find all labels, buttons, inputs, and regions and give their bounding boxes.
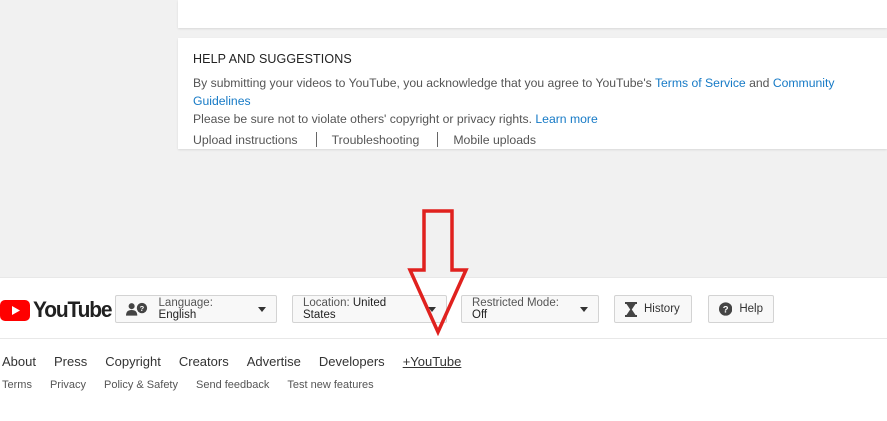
- youtube-play-icon: [0, 299, 30, 321]
- restricted-mode-value: Off: [472, 309, 488, 321]
- help-icon: ?: [719, 302, 733, 316]
- hourglass-icon: [625, 301, 637, 317]
- language-button[interactable]: ? Language: English: [115, 295, 277, 323]
- divider: [315, 132, 317, 147]
- terms-of-service-link[interactable]: Terms of Service: [655, 76, 746, 90]
- youtube-logo[interactable]: YouTube: [0, 297, 115, 323]
- help-links: Upload instructions Troubleshooting Mobi…: [193, 132, 872, 147]
- advertise-link[interactable]: Advertise: [247, 354, 301, 369]
- restricted-mode-label: Restricted Mode:: [472, 297, 559, 309]
- footer-primary-links: About Press Copyright Creators Advertise…: [2, 354, 479, 369]
- test-new-features-link[interactable]: Test new features: [287, 379, 373, 391]
- language-value: English: [158, 309, 197, 321]
- chevron-down-icon: [580, 306, 588, 312]
- help-title: HELP AND SUGGESTIONS: [193, 52, 352, 66]
- learn-more-link[interactable]: Learn more: [535, 112, 597, 126]
- help-text-line2: Please be sure not to violate others' co…: [193, 112, 533, 126]
- language-label: Language:: [158, 297, 213, 309]
- location-label: Location:: [303, 297, 353, 309]
- troubleshooting-link[interactable]: Troubleshooting: [332, 133, 420, 147]
- svg-text:?: ?: [140, 304, 145, 313]
- mobile-uploads-link[interactable]: Mobile uploads: [453, 133, 536, 147]
- terms-link[interactable]: Terms: [2, 379, 32, 391]
- help-button[interactable]: ? Help: [708, 295, 774, 323]
- policy-safety-link[interactable]: Policy & Safety: [104, 379, 178, 391]
- privacy-link[interactable]: Privacy: [50, 379, 86, 391]
- creators-link[interactable]: Creators: [179, 354, 229, 369]
- upload-card: [178, 0, 887, 28]
- about-link[interactable]: About: [2, 354, 36, 369]
- upload-instructions-link[interactable]: Upload instructions: [193, 133, 298, 147]
- copyright-link[interactable]: Copyright: [105, 354, 161, 369]
- history-label: History: [644, 303, 680, 315]
- help-text-part: By submitting your videos to YouTube, yo…: [193, 76, 655, 90]
- language-icon: ?: [126, 302, 148, 316]
- press-link[interactable]: Press: [54, 354, 87, 369]
- send-feedback-link[interactable]: Send feedback: [196, 379, 269, 391]
- svg-text:?: ?: [723, 304, 729, 315]
- developers-link[interactable]: Developers: [319, 354, 385, 369]
- down-arrow-icon: [407, 209, 469, 336]
- help-text: By submitting your videos to YouTube, yo…: [193, 74, 872, 128]
- divider: [437, 132, 439, 147]
- history-button[interactable]: History: [614, 295, 692, 323]
- chevron-down-icon: [258, 306, 266, 312]
- help-suggestions-card: HELP AND SUGGESTIONS By submitting your …: [178, 38, 887, 149]
- youtube-wordmark: YouTube: [33, 297, 112, 322]
- help-label: Help: [739, 303, 763, 315]
- help-text-part: and: [745, 76, 773, 90]
- plus-youtube-link[interactable]: +YouTube: [403, 354, 462, 369]
- footer-secondary-links: Terms Privacy Policy & Safety Send feedb…: [2, 379, 392, 391]
- restricted-mode-button[interactable]: Restricted Mode: Off: [461, 295, 599, 323]
